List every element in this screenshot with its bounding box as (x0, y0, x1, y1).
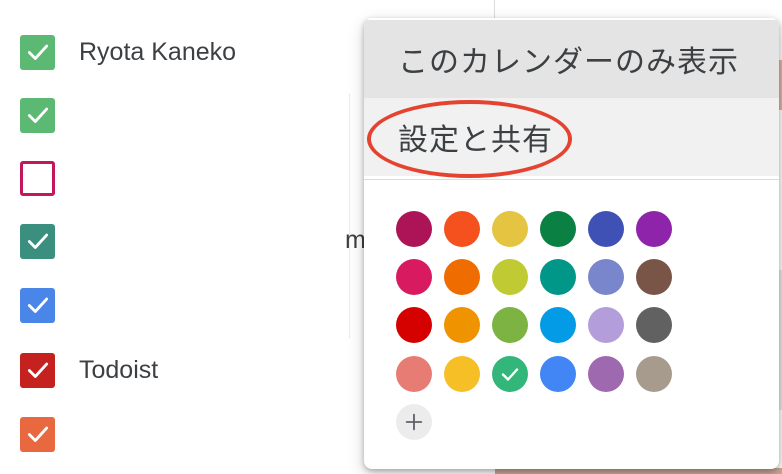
display-this-only-menu-item[interactable]: このカレンダーのみ表示 (364, 20, 779, 98)
color-swatch[interactable] (636, 211, 672, 247)
calendar-item[interactable] (20, 95, 55, 135)
check-icon (27, 233, 48, 249)
checkbox-unchecked[interactable] (20, 160, 55, 196)
calendar-item-label: Ryota Kaneko (79, 37, 237, 66)
checkbox-checked[interactable] (20, 416, 55, 452)
color-swatch[interactable] (492, 307, 528, 343)
checkbox-checked[interactable] (20, 223, 55, 259)
color-swatch[interactable] (540, 307, 576, 343)
color-swatch[interactable] (540, 356, 576, 392)
add-custom-color-button[interactable] (396, 404, 432, 440)
color-swatch[interactable] (444, 259, 480, 295)
check-icon (27, 44, 48, 60)
checkbox-checked[interactable] (20, 97, 55, 133)
color-swatch[interactable] (588, 211, 624, 247)
checkbox-checked[interactable] (20, 287, 55, 323)
color-swatch[interactable] (396, 259, 432, 295)
divider (494, 0, 495, 20)
menu-divider (364, 179, 779, 180)
color-swatch[interactable] (636, 356, 672, 392)
checkbox-checked[interactable] (20, 34, 55, 70)
color-swatch[interactable] (444, 211, 480, 247)
menu-item-label: 設定と共有 (398, 124, 553, 157)
color-swatch[interactable] (540, 259, 576, 295)
calendar-item[interactable]: Todoist (20, 350, 158, 390)
color-swatch[interactable] (396, 211, 432, 247)
color-swatch-selected[interactable] (492, 356, 528, 392)
calendar-item[interactable] (20, 158, 55, 198)
calendar-options-menu: このカレンダーのみ表示 設定と共有 (364, 18, 779, 469)
color-swatch[interactable] (444, 307, 480, 343)
check-icon (27, 297, 48, 313)
calendar-item[interactable] (20, 414, 55, 454)
background-panel-edge (349, 93, 363, 339)
color-swatch[interactable] (492, 259, 528, 295)
check-icon (27, 426, 48, 442)
color-swatch[interactable] (540, 211, 576, 247)
calendar-item[interactable] (20, 221, 55, 261)
color-swatch[interactable] (588, 259, 624, 295)
settings-and-sharing-menu-item[interactable]: 設定と共有 (364, 98, 779, 176)
color-swatch[interactable] (492, 211, 528, 247)
calendar-item[interactable] (20, 285, 55, 325)
color-swatch[interactable] (396, 356, 432, 392)
color-swatch[interactable] (636, 259, 672, 295)
check-icon (501, 368, 519, 381)
calendar-item-label: Todoist (79, 355, 159, 384)
color-swatch[interactable] (588, 307, 624, 343)
background-partial-text: m (345, 226, 366, 254)
check-icon (27, 362, 48, 378)
color-swatch[interactable] (636, 307, 672, 343)
calendar-item[interactable]: Ryota Kaneko (20, 32, 236, 72)
check-icon (27, 107, 48, 123)
color-swatch[interactable] (444, 356, 480, 392)
menu-item-label: このカレンダーのみ表示 (398, 46, 739, 79)
plus-icon (405, 413, 423, 431)
calendar-list: Ryota Kaneko Todoist (0, 0, 360, 474)
color-swatch[interactable] (588, 356, 624, 392)
color-swatch[interactable] (396, 307, 432, 343)
checkbox-checked[interactable] (20, 352, 55, 388)
